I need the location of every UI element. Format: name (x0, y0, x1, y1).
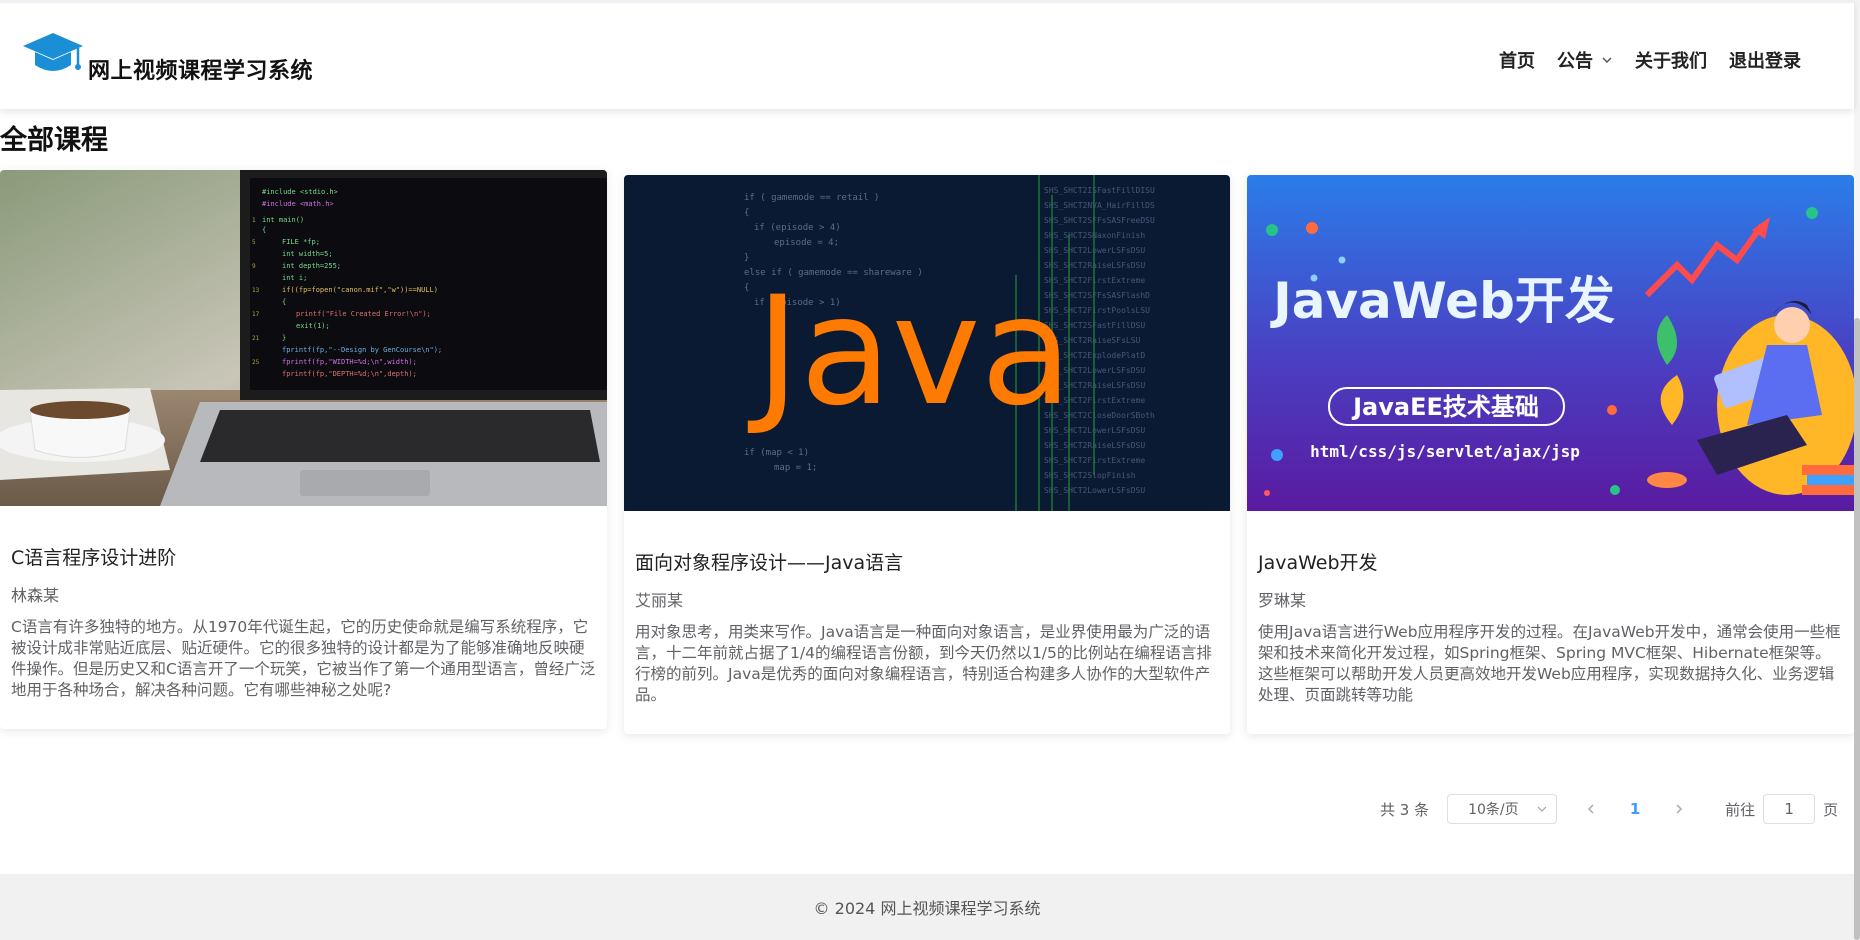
svg-text:25: 25 (252, 359, 260, 366)
page-size-value: 10条/页 (1468, 802, 1519, 818)
svg-text:if((fp=fopen("canon.mif","w")): if((fp=fopen("canon.mif","w"))==NULL) (282, 286, 438, 294)
svg-text:13: 13 (252, 287, 260, 294)
laptop-code-image: #include <stdio.h> #include <math.h> int… (0, 170, 607, 506)
course-card[interactable]: JavaWeb开发 JavaEE技术基础 html/css/js/servlet… (1247, 175, 1854, 734)
footer-copyright: © 2024 网上视频课程学习系统 (813, 899, 1041, 918)
course-author: 罗琳某 (1258, 591, 1307, 610)
svg-text:}: } (282, 334, 286, 342)
course-card[interactable]: #include <stdio.h> #include <math.h> int… (0, 170, 607, 729)
svg-text:SHS_SHCT2LowerLSFsDSU: SHS_SHCT2LowerLSFsDSU (1044, 486, 1145, 495)
course-author: 林森某 (11, 586, 60, 605)
javaweb-banner-image: JavaWeb开发 JavaEE技术基础 html/css/js/servlet… (1247, 175, 1854, 511)
chevron-left-icon (1588, 803, 1594, 814)
svg-text:if (map < 1): if (map < 1) (744, 448, 809, 458)
nav-about[interactable]: 关于我们 (1624, 47, 1718, 73)
goto-page-input[interactable] (1763, 794, 1816, 824)
svg-text:SHS_SHCT2NVA_HairFillDS: SHS_SHCT2NVA_HairFillDS (1044, 201, 1155, 210)
course-author: 艾丽某 (635, 591, 684, 610)
svg-text:fprintf(fp,"--Design by GenCou: fprintf(fp,"--Design by GenCourse\n"); (282, 346, 442, 354)
svg-text:1: 1 (252, 217, 256, 224)
svg-text:int width=5;: int width=5; (282, 250, 333, 258)
course-thumbnail-javaweb[interactable]: JavaWeb开发 JavaEE技术基础 html/css/js/servlet… (1247, 175, 1854, 511)
course-thumbnail-java[interactable]: if ( gamemode == retail ) { if (episode … (624, 175, 1230, 511)
course-description: 使用Java语言进行Web应用程序开发的过程。在JavaWeb开发中，通常会使用… (1258, 623, 1841, 704)
svg-text:{: { (744, 208, 749, 218)
svg-text:printf("File Created Error!\n": printf("File Created Error!\n"); (296, 310, 431, 318)
nav-home[interactable]: 首页 (1488, 47, 1546, 73)
next-page-button[interactable] (1657, 799, 1701, 820)
course-description: 用对象思考，用类来写作。Java语言是一种面向对象语言，是业界使用最为广泛的语言… (635, 623, 1212, 704)
svg-text:SHS_SHCT2SFFsSASFreeDSU: SHS_SHCT2SFFsSASFreeDSU (1044, 216, 1155, 225)
pagination: 共 3 条 10条/页 1 前往 页 (1380, 792, 1838, 826)
pagination-total: 共 3 条 (1380, 800, 1430, 819)
svg-text:#include <math.h>: #include <math.h> (262, 200, 334, 208)
chevron-right-icon (1676, 803, 1683, 814)
svg-text:{: { (282, 298, 286, 306)
page-scrollbar[interactable] (1854, 0, 1860, 940)
svg-text:if ( gamemode == retail ): if ( gamemode == retail ) (744, 193, 879, 203)
svg-text:if (episode > 4): if (episode > 4) (754, 223, 841, 233)
nav-notice-label: 公告 (1557, 51, 1593, 72)
svg-text:exit(1);: exit(1); (296, 322, 330, 330)
course-card[interactable]: if ( gamemode == retail ) { if (episode … (624, 175, 1230, 734)
javaweb-thumbnail-sub: html/css/js/servlet/ajax/jsp (1310, 442, 1580, 461)
svg-text:21: 21 (252, 335, 260, 342)
course-title[interactable]: C语言程序设计进阶 (11, 543, 176, 570)
goto-prefix: 前往 (1725, 800, 1756, 819)
svg-text:int depth=255;: int depth=255; (282, 262, 341, 270)
java-thumbnail-text: Java (748, 265, 1073, 439)
course-thumbnail-c[interactable]: #include <stdio.h> #include <math.h> int… (0, 170, 607, 506)
svg-text:5: 5 (252, 239, 256, 246)
svg-text:fprintf(fp,"WIDTH=%d;\n",width: fprintf(fp,"WIDTH=%d;\n",width); (282, 358, 417, 366)
svg-text:17: 17 (252, 311, 260, 318)
prev-page-button[interactable] (1569, 799, 1613, 820)
svg-text:{: { (262, 226, 266, 234)
course-title[interactable]: 面向对象程序设计——Java语言 (635, 548, 903, 575)
main-nav: 首页 公告 关于我们 退出登录 (1488, 47, 1812, 73)
svg-text:9: 9 (252, 263, 256, 270)
svg-text:fprintf(fp,"DEPTH=%d;\n",depth: fprintf(fp,"DEPTH=%d;\n",depth); (282, 370, 417, 378)
svg-text:SHS_SHCT2ISFastFillDISU: SHS_SHCT2ISFastFillDISU (1044, 186, 1155, 195)
svg-text:FILE *fp;: FILE *fp; (282, 238, 320, 246)
page-title: 全部课程 (0, 125, 108, 156)
svg-text:episode = 4;: episode = 4; (774, 238, 839, 248)
chevron-down-icon (1537, 806, 1547, 812)
java-banner-image: if ( gamemode == retail ) { if (episode … (624, 175, 1230, 511)
scrollbar-thumb[interactable] (1854, 318, 1860, 940)
svg-text:#include <stdio.h>: #include <stdio.h> (262, 188, 338, 196)
svg-text:int i;: int i; (282, 274, 307, 282)
page-size-select[interactable]: 10条/页 (1447, 794, 1558, 824)
page-number-1[interactable]: 1 (1613, 800, 1657, 818)
site-title: 网上视频课程学习系统 (88, 59, 314, 84)
chevron-down-icon (1602, 57, 1612, 64)
course-description: C语言有许多独特的地方。从1970年代诞生起，它的历史使命就是编写系统程序，它被… (11, 618, 596, 699)
svg-text:int main(): int main() (262, 216, 304, 224)
footer: © 2024 网上视频课程学习系统 (0, 874, 1854, 940)
goto-suffix: 页 (1823, 800, 1839, 819)
svg-text:}: } (744, 253, 749, 263)
svg-text:{: { (744, 283, 749, 293)
javaweb-thumbnail-badge: JavaEE技术基础 (1351, 393, 1539, 421)
graduation-cap-icon[interactable] (22, 31, 84, 81)
nav-logout[interactable]: 退出登录 (1718, 47, 1812, 73)
course-title[interactable]: JavaWeb开发 (1258, 548, 1378, 575)
svg-text:SHS_SHCT2SlopFinish: SHS_SHCT2SlopFinish (1044, 471, 1136, 480)
nav-notice[interactable]: 公告 (1546, 47, 1624, 73)
svg-text:map = 1;: map = 1; (774, 463, 817, 473)
javaweb-thumbnail-title: JavaWeb开发 (1270, 272, 1615, 330)
top-header: 网上视频课程学习系统 首页 公告 关于我们 退出登录 (0, 0, 1854, 109)
